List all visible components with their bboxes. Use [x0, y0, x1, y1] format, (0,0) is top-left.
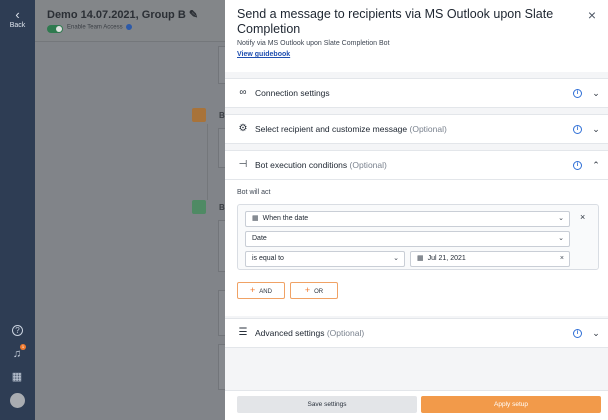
add-and-button[interactable]: + AND [237, 282, 285, 299]
bot-will-act-label: Bot will act [237, 189, 271, 196]
operator-select[interactable]: is equal to ⌄ [245, 251, 405, 267]
chevron-down-icon: ⌄ [393, 255, 399, 262]
section-label: Advanced settings (Optional) [255, 328, 365, 338]
chevron-down-icon[interactable]: ⌄ [591, 123, 601, 135]
section-label: Connection settings [255, 88, 330, 98]
background-app: Demo 14.07.2021, Group B ✎ Enable Team A… [35, 0, 230, 420]
panel-subtitle: Notify via MS Outlook upon Slate Complet… [237, 40, 390, 47]
flow-icon: ⊣ [238, 159, 248, 170]
bot-setup-panel: Send a message to recipients via MS Outl… [225, 0, 608, 420]
info-icon [125, 24, 132, 30]
chevron-down-icon[interactable]: ⌄ [591, 327, 601, 339]
connector-line [207, 124, 208, 200]
chevron-down-icon: ⌄ [558, 235, 564, 242]
chevron-left-icon: ‹ [15, 7, 20, 22]
view-guidebook-link[interactable]: View guidebook [237, 51, 290, 58]
save-settings-button[interactable]: Save settings [237, 396, 417, 413]
team-access-toggle[interactable] [47, 25, 63, 33]
chevron-down-icon: ⌄ [558, 215, 564, 222]
add-or-button[interactable]: + OR [290, 282, 338, 299]
left-rail: ‹ Back ? ♫ 1 ▦ [0, 0, 35, 420]
info-icon[interactable]: i [573, 89, 582, 98]
section-label: Select recipient and customize message (… [255, 124, 447, 134]
remove-condition-icon[interactable]: × [580, 212, 585, 222]
plus-icon: + [250, 285, 256, 295]
info-icon[interactable]: i [573, 161, 582, 170]
notification-badge: 1 [20, 344, 26, 350]
avatar[interactable] [10, 393, 25, 408]
apply-setup-button[interactable]: Apply setup [421, 396, 601, 413]
section-bot-execution-conditions[interactable]: ⊣ Bot execution conditions (Optional) i … [225, 150, 608, 180]
app-title: Demo 14.07.2021, Group B ✎ [47, 9, 199, 21]
calendar-icon[interactable]: ▦ [10, 370, 24, 384]
clear-icon[interactable]: × [560, 252, 564, 266]
info-icon[interactable]: i [573, 125, 582, 134]
chevron-up-icon[interactable]: ⌃ [591, 159, 601, 171]
pencil-icon: ✎ [188, 9, 199, 21]
panel-footer: Save settings Apply setup [225, 390, 608, 420]
date-field-select[interactable]: Date ⌄ [245, 231, 570, 247]
close-icon[interactable]: × [585, 8, 599, 22]
chevron-down-icon[interactable]: ⌄ [591, 87, 601, 99]
calendar-icon: ▦ [252, 215, 259, 222]
team-access-label: Enable Team Access [67, 24, 132, 31]
plus-icon: + [304, 285, 311, 295]
gear-icon: ⚙ [238, 123, 248, 134]
back-label: Back [9, 22, 26, 29]
document-node-icon [192, 200, 206, 214]
document-node-icon [192, 108, 206, 122]
help-icon[interactable]: ? [12, 325, 23, 336]
date-value-input[interactable]: ▦ Jul 21, 2021 × [410, 251, 570, 267]
panel-header: Send a message to recipients via MS Outl… [225, 0, 608, 72]
when-select[interactable]: ▦ When the date ⌄ [245, 211, 570, 227]
condition-group: ▦ When the date ⌄ × Date ⌄ is equal to ⌄ … [237, 204, 599, 270]
info-icon[interactable]: i [573, 329, 582, 338]
calendar-icon: ▦ [417, 255, 424, 262]
panel-title: Send a message to recipients via MS Outl… [237, 7, 554, 36]
section-advanced-settings[interactable]: ☰ Advanced settings (Optional) i ⌄ [225, 318, 608, 348]
back-button[interactable]: ‹ Back [0, 8, 35, 29]
app-header: Demo 14.07.2021, Group B ✎ Enable Team A… [35, 0, 225, 42]
section-label: Bot execution conditions (Optional) [255, 160, 387, 170]
section-recipient[interactable]: ⚙ Select recipient and customize message… [225, 114, 608, 144]
section-connection-settings[interactable]: ∞ Connection settings i ⌄ [225, 78, 608, 108]
sliders-icon: ☰ [238, 327, 248, 338]
link-icon: ∞ [239, 87, 247, 98]
conditions-body: Bot will act ▦ When the date ⌄ × Date ⌄ i… [225, 180, 608, 316]
